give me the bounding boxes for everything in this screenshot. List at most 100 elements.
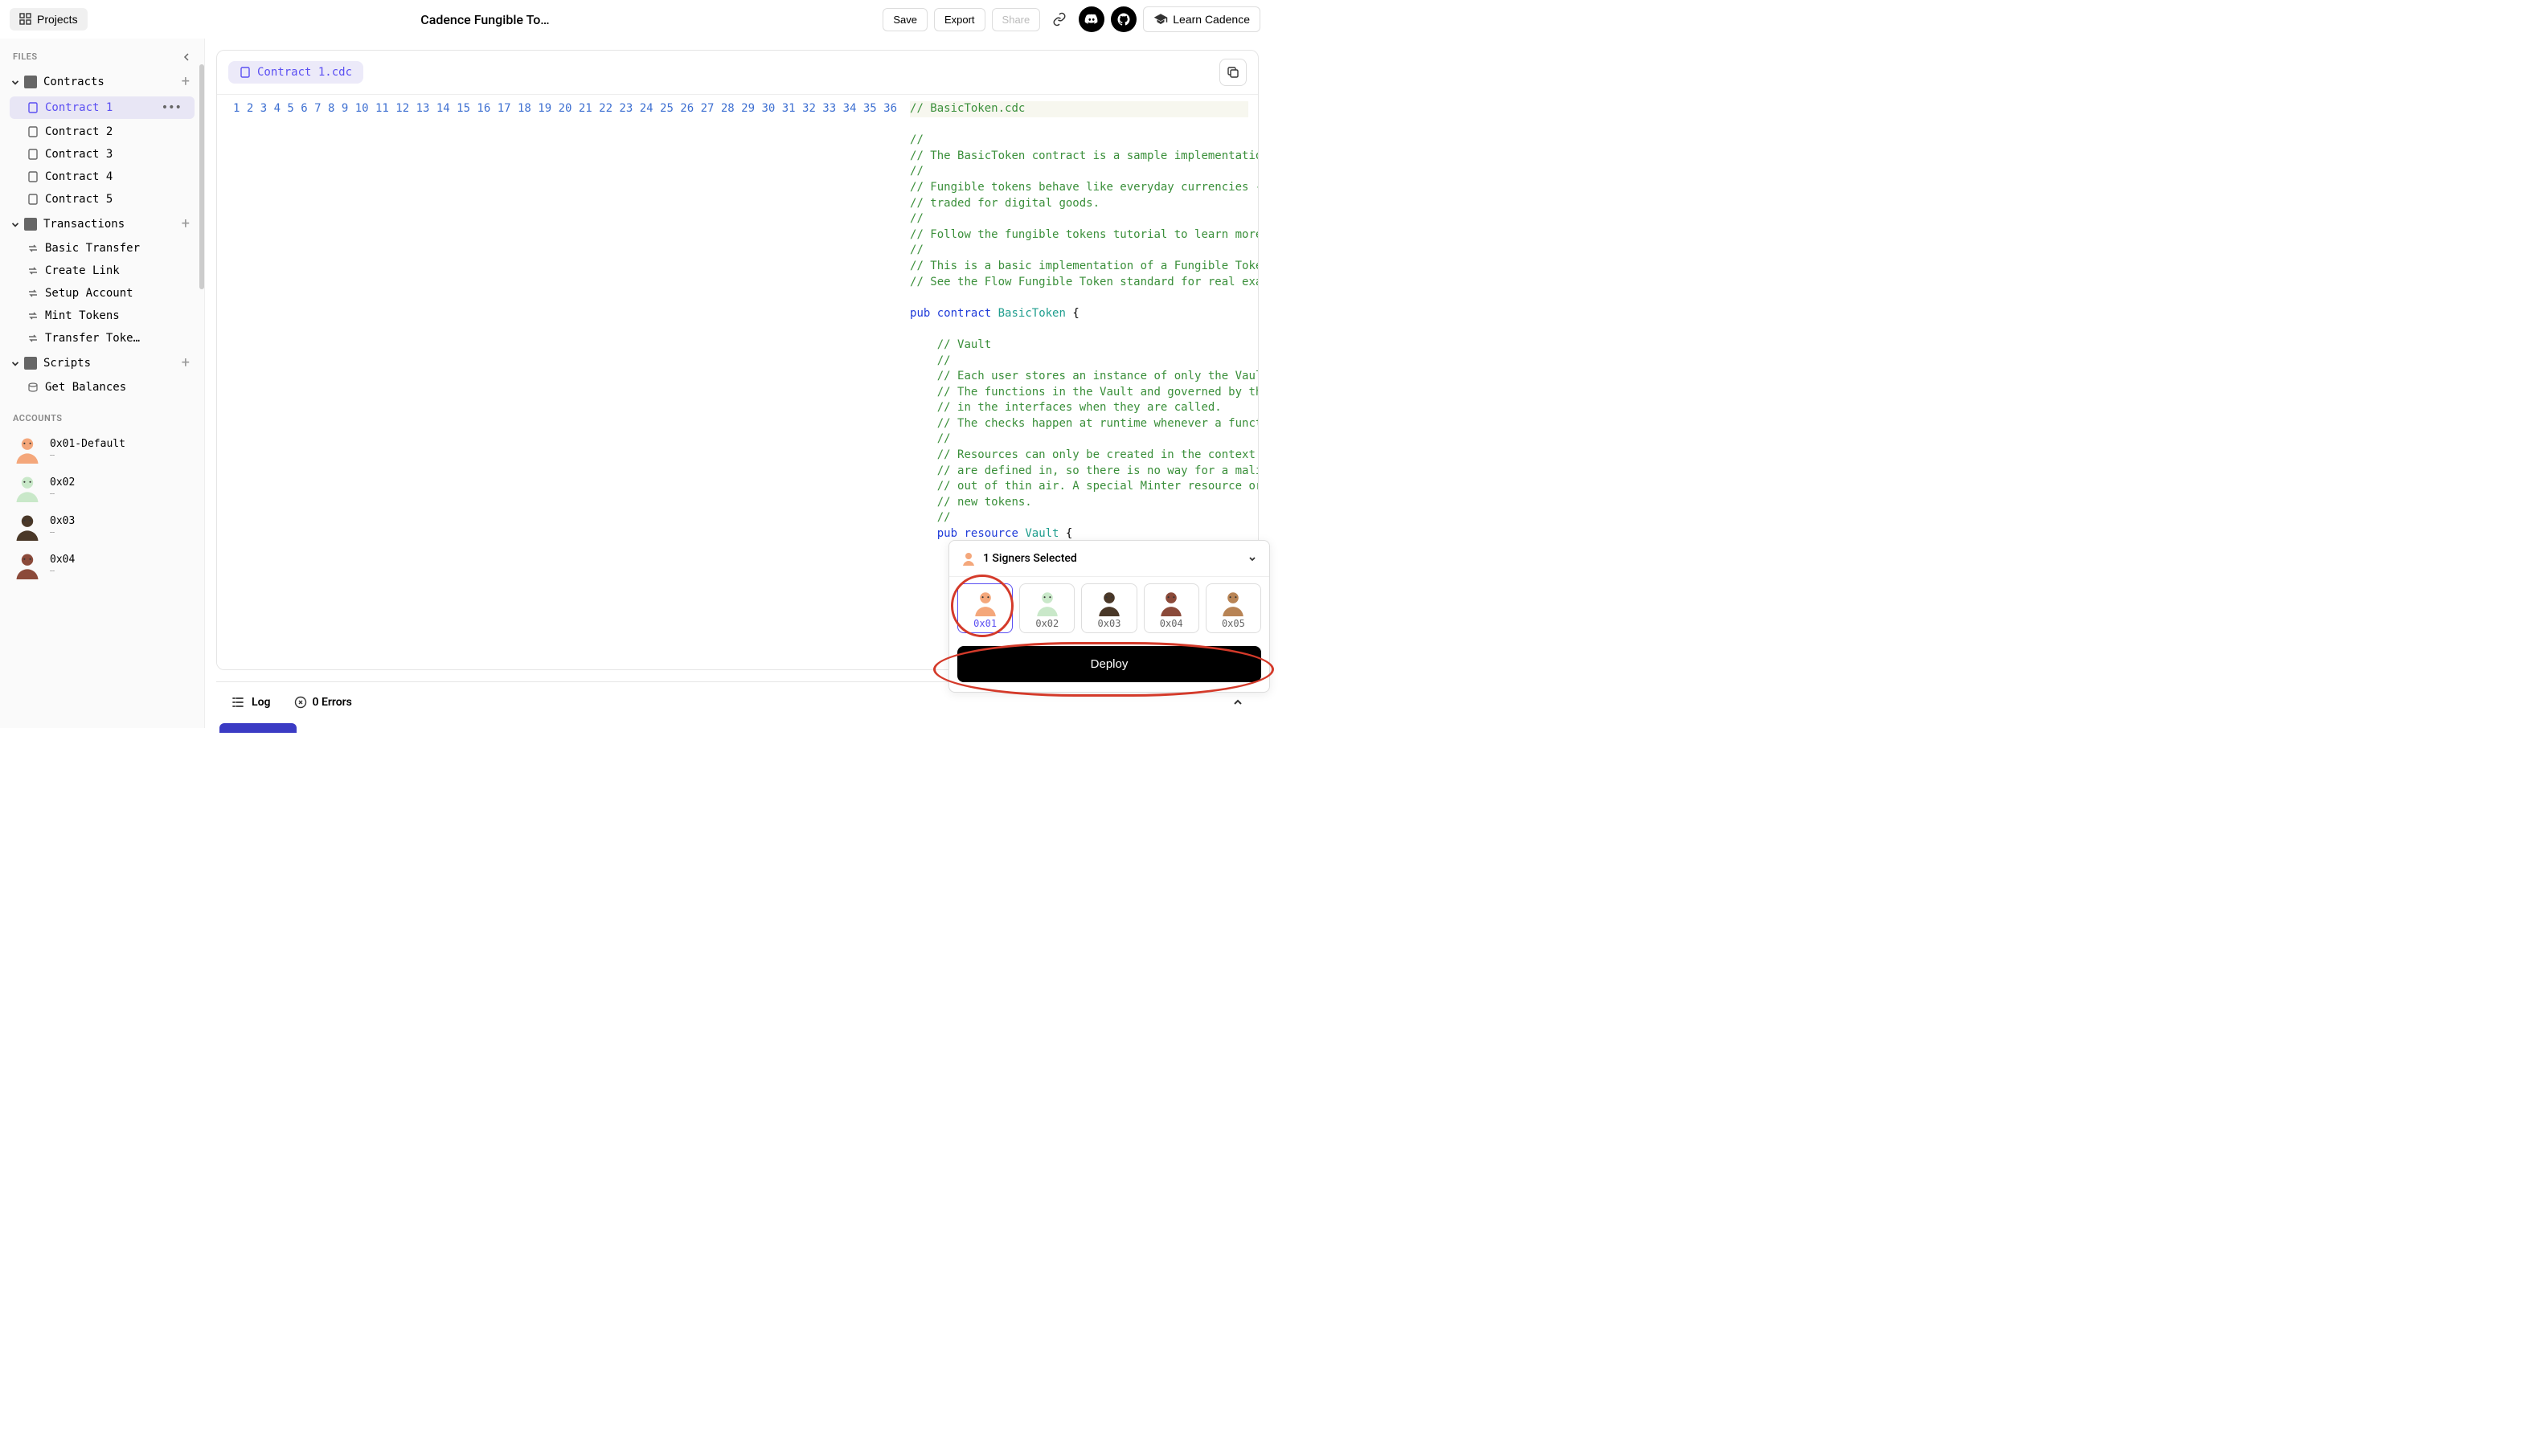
signer-card[interactable]: 0x02 [1019,583,1075,633]
avatar [1096,589,1123,616]
scripts-folder[interactable]: Scripts + [0,350,204,376]
signers-header[interactable]: 1 Signers Selected [949,541,1269,577]
account-sub: -- [50,527,75,538]
sidebar-account-item[interactable]: 0x02-- [0,468,204,507]
chevron-down-icon [10,76,21,88]
sidebar-contract-item[interactable]: Contract 1••• [10,96,195,119]
accounts-header: ACCOUNTS [0,399,204,430]
chevron-down-icon [10,358,21,369]
file-label: Contract 3 [45,148,195,161]
file-label: Get Balances [45,381,195,394]
sidebar-script-item[interactable]: Get Balances [0,376,204,399]
sidebar-transaction-item[interactable]: Create Link [0,260,204,282]
transactions-label: Transactions [43,218,182,231]
save-button[interactable]: Save [883,8,928,31]
copy-button[interactable] [1219,59,1247,86]
file-label: Contract 4 [45,170,195,183]
transactions-folder[interactable]: Transactions + [0,211,204,237]
sidebar: FILES Contracts + Contract 1•••Contract … [0,39,205,728]
top-actions: Save Export Share Learn Cadence [883,6,1260,32]
sidebar-account-item[interactable]: 0x04-- [0,546,204,584]
avatar [972,589,999,616]
file-icon [27,149,39,160]
more-icon[interactable]: ••• [162,101,185,114]
github-icon [1116,12,1131,27]
log-label: Log [252,696,270,709]
account-name: 0x01-Default [50,438,125,450]
file-label: Contract 5 [45,193,195,206]
sidebar-account-item[interactable]: 0x03-- [0,507,204,546]
learn-label: Learn Cadence [1173,13,1250,26]
transaction-icon [27,243,39,254]
deploy-button[interactable]: Deploy [957,646,1261,682]
file-tab-active[interactable]: Contract 1.cdc [228,61,363,84]
projects-button[interactable]: Projects [10,8,88,31]
projects-label: Projects [37,13,78,26]
signer-card[interactable]: 0x01 [957,583,1013,633]
page-title: Cadence Fungible To… [88,12,883,27]
file-icon [27,171,39,182]
sidebar-scrollbar-thumb[interactable] [199,64,204,289]
script-icon [27,382,39,393]
tab-label: Contract 1.cdc [257,66,352,79]
chevron-left-icon[interactable] [182,52,191,62]
account-name: 0x03 [50,515,75,527]
sidebar-transaction-item[interactable]: Setup Account [0,282,204,305]
learn-cadence-button[interactable]: Learn Cadence [1143,6,1260,32]
signer-label: 0x04 [1160,618,1183,629]
errors-label: 0 Errors [312,696,351,709]
link-icon-button[interactable] [1047,6,1072,32]
folder-icon [24,76,37,88]
file-icon [27,102,39,113]
transaction-icon [27,265,39,276]
log-tab[interactable]: Log [231,695,270,710]
contracts-label: Contracts [43,76,182,88]
signer-mini-avatar [961,550,977,566]
file-icon [27,126,39,137]
transaction-icon [27,333,39,344]
account-name: 0x04 [50,554,75,566]
github-icon-button[interactable] [1111,6,1137,32]
discord-icon-button[interactable] [1079,6,1104,32]
signer-label: 0x01 [973,618,997,629]
sidebar-contract-item[interactable]: Contract 3 [0,143,204,166]
sidebar-transaction-item[interactable]: Transfer Toke… [0,327,204,350]
file-label: Mint Tokens [45,309,195,322]
file-label: Contract 1 [45,101,162,114]
account-sub: -- [50,566,75,576]
tab-bar: Contract 1.cdc [217,51,1258,95]
export-button[interactable]: Export [934,8,985,31]
sidebar-transaction-item[interactable]: Basic Transfer [0,237,204,260]
top-bar: Projects Cadence Fungible To… Save Expor… [0,0,1270,39]
sidebar-account-item[interactable]: 0x01-Default-- [0,430,204,468]
sidebar-transaction-item[interactable]: Mint Tokens [0,305,204,327]
sidebar-contract-item[interactable]: Contract 5 [0,188,204,211]
files-label: FILES [13,51,38,62]
expand-panel-button[interactable] [1231,696,1244,709]
contracts-folder[interactable]: Contracts + [0,68,204,95]
signer-card[interactable]: 0x03 [1081,583,1137,633]
file-label: Contract 2 [45,125,195,138]
add-contract-icon[interactable]: + [182,73,195,90]
avatar [1034,589,1061,616]
folder-icon [24,357,37,370]
sidebar-contract-item[interactable]: Contract 4 [0,166,204,188]
signer-card[interactable]: 0x05 [1206,583,1261,633]
link-icon [1052,12,1067,27]
signer-label: 0x02 [1035,618,1059,629]
share-button[interactable]: Share [992,8,1041,31]
copy-icon [1227,66,1239,79]
sidebar-contract-item[interactable]: Contract 2 [0,121,204,143]
signers-row: 0x01 0x02 0x03 0x04 0x05 [949,577,1269,640]
file-icon [240,67,251,78]
add-transaction-icon[interactable]: + [182,215,195,232]
file-label: Basic Transfer [45,242,195,255]
avatar [13,550,42,579]
folder-icon [24,218,37,231]
files-header: FILES [0,45,204,68]
account-name: 0x02 [50,476,75,489]
add-script-icon[interactable]: + [182,354,195,371]
signer-card[interactable]: 0x04 [1144,583,1199,633]
avatar [1157,589,1185,616]
errors-tab[interactable]: 0 Errors [294,696,351,709]
